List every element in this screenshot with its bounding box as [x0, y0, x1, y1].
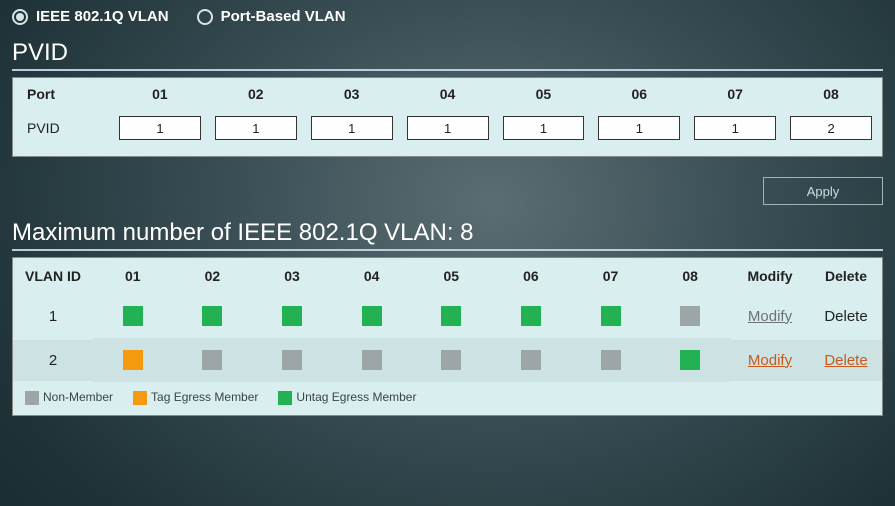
pvid-col-07: 07 [694, 86, 776, 102]
delete-disabled: Delete [824, 308, 867, 325]
non-member-icon [680, 306, 700, 326]
non-member-icon [521, 350, 541, 370]
non-member-icon [282, 350, 302, 370]
modify-cell: Modify [730, 296, 810, 337]
col-modify: Modify [730, 258, 810, 294]
member-cell [93, 294, 173, 338]
vlan-id-cell: 2 [13, 340, 93, 381]
square-icon [133, 391, 147, 405]
col-port-08: 08 [650, 258, 730, 294]
radio-port-based[interactable]: Port-Based VLAN [197, 8, 346, 25]
pvid-col-08: 08 [790, 86, 872, 102]
pvid-col-05: 05 [503, 86, 585, 102]
table-row: 2 Modify Delete [13, 338, 882, 382]
modify-link[interactable]: Modify [748, 352, 792, 369]
modify-cell: Modify [730, 340, 810, 381]
pvid-port-header: Port [23, 86, 105, 102]
modify-link[interactable]: Modify [748, 308, 792, 325]
non-member-icon [441, 350, 461, 370]
table-row: 1 Modify Delete [13, 294, 882, 338]
pvid-input-02[interactable] [215, 116, 297, 140]
col-port-03: 03 [252, 258, 332, 294]
pvid-input-05[interactable] [503, 116, 585, 140]
delete-link[interactable]: Delete [824, 352, 867, 369]
pvid-col-04: 04 [407, 86, 489, 102]
member-cell [332, 338, 412, 382]
tag-member-icon [123, 350, 143, 370]
col-port-06: 06 [491, 258, 571, 294]
untag-member-icon [202, 306, 222, 326]
member-cell [412, 338, 492, 382]
col-delete: Delete [810, 258, 882, 294]
pvid-input-04[interactable] [407, 116, 489, 140]
member-cell [571, 338, 651, 382]
untag-member-icon [680, 350, 700, 370]
pvid-input-01[interactable] [119, 116, 201, 140]
col-port-07: 07 [571, 258, 651, 294]
member-cell [252, 338, 332, 382]
untag-member-icon [282, 306, 302, 326]
non-member-icon [202, 350, 222, 370]
member-cell [173, 294, 253, 338]
pvid-panel: Port 01 02 03 04 05 06 07 08 PVID [12, 77, 883, 157]
untag-member-icon [362, 306, 382, 326]
delete-cell: Delete [810, 296, 882, 337]
untag-member-icon [521, 306, 541, 326]
radio-label: IEEE 802.1Q VLAN [36, 8, 169, 25]
vlan-id-cell: 1 [13, 296, 93, 337]
delete-cell: Delete [810, 340, 882, 381]
legend-tag-egress: Tag Egress Member [133, 390, 258, 405]
radio-icon [12, 9, 28, 25]
member-cell [93, 338, 173, 382]
pvid-input-08[interactable] [790, 116, 872, 140]
member-cell [173, 338, 253, 382]
member-cell [412, 294, 492, 338]
untag-member-icon [123, 306, 143, 326]
member-cell [252, 294, 332, 338]
pvid-title: PVID [12, 39, 883, 71]
pvid-row-label: PVID [23, 120, 105, 136]
non-member-icon [601, 350, 621, 370]
non-member-icon [362, 350, 382, 370]
vlan-mode-selector: IEEE 802.1Q VLAN Port-Based VLAN [12, 8, 883, 25]
untag-member-icon [601, 306, 621, 326]
untag-member-icon [441, 306, 461, 326]
member-cell [650, 338, 730, 382]
member-cell [571, 294, 651, 338]
col-port-01: 01 [93, 258, 173, 294]
legend-non-member: Non-Member [25, 390, 113, 405]
member-cell [491, 338, 571, 382]
member-cell [491, 294, 571, 338]
col-port-04: 04 [332, 258, 412, 294]
member-cell [332, 294, 412, 338]
col-port-02: 02 [173, 258, 253, 294]
square-icon [25, 391, 39, 405]
radio-label: Port-Based VLAN [221, 8, 346, 25]
legend-untag-egress: Untag Egress Member [278, 390, 416, 405]
col-port-05: 05 [412, 258, 492, 294]
pvid-input-07[interactable] [694, 116, 776, 140]
pvid-input-03[interactable] [311, 116, 393, 140]
apply-button[interactable]: Apply [763, 177, 883, 205]
col-vlan-id: VLAN ID [13, 258, 93, 294]
member-cell [650, 294, 730, 338]
pvid-col-02: 02 [215, 86, 297, 102]
pvid-col-06: 06 [598, 86, 680, 102]
square-icon [278, 391, 292, 405]
vlan-legend: Non-Member Tag Egress Member Untag Egres… [13, 382, 882, 415]
radio-icon [197, 9, 213, 25]
pvid-col-03: 03 [311, 86, 393, 102]
radio-ieee-8021q[interactable]: IEEE 802.1Q VLAN [12, 8, 169, 25]
pvid-input-06[interactable] [598, 116, 680, 140]
pvid-col-01: 01 [119, 86, 201, 102]
vlan-table: VLAN ID 01 02 03 04 05 06 07 08 Modify D… [12, 257, 883, 416]
vlan-section-title: Maximum number of IEEE 802.1Q VLAN: 8 [12, 219, 883, 251]
